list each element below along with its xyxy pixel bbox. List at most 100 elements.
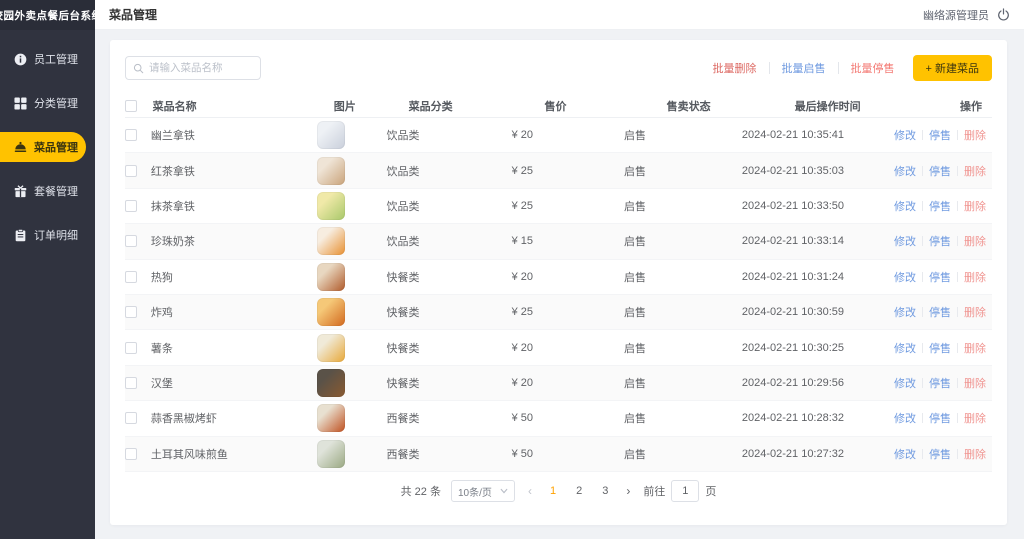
dish-image[interactable] <box>317 404 345 432</box>
current-user[interactable]: 幽络源管理员 <box>923 7 989 23</box>
gift-box-icon <box>14 185 27 198</box>
last-operation-time: 2024-02-21 10:29:56 <box>742 377 894 389</box>
dish-image[interactable] <box>317 192 345 220</box>
dish-name: 薯条 <box>151 340 318 356</box>
stop-sale-link[interactable]: 停售 <box>929 127 951 143</box>
row-checkbox[interactable] <box>125 412 137 424</box>
row-checkbox[interactable] <box>125 200 137 212</box>
dish-image[interactable] <box>317 369 345 397</box>
sidebar-item-label: 菜品管理 <box>34 139 78 155</box>
sidebar-item-label: 订单明细 <box>34 227 78 243</box>
dish-name: 土耳其风味煎鱼 <box>151 446 318 462</box>
row-checkbox[interactable] <box>125 235 137 247</box>
dish-image[interactable] <box>317 334 345 362</box>
row-checkbox[interactable] <box>125 448 137 460</box>
table-row: 薯条 快餐类 ¥ 20 启售 2024-02-21 10:30:25 修改 停售… <box>125 330 992 365</box>
edit-link[interactable]: 修改 <box>894 163 916 179</box>
row-checkbox[interactable] <box>125 129 137 141</box>
new-dish-button[interactable]: + 新建菜品 <box>913 55 992 81</box>
delete-link[interactable]: 删除 <box>964 375 986 391</box>
stop-sale-link[interactable]: 停售 <box>929 375 951 391</box>
sidebar-item-combos[interactable]: 套餐管理 <box>0 176 86 206</box>
page-button-1[interactable]: 1 <box>545 485 561 497</box>
stop-sale-link[interactable]: 停售 <box>929 163 951 179</box>
dish-price: ¥ 15 <box>512 235 624 247</box>
dish-category: 西餐类 <box>387 446 512 462</box>
stop-sale-link[interactable]: 停售 <box>929 304 951 320</box>
dish-status: 启售 <box>624 233 742 249</box>
delete-link[interactable]: 删除 <box>964 163 986 179</box>
page-size-select[interactable]: 10条/页 <box>451 480 515 502</box>
goto-page-input[interactable] <box>671 480 699 502</box>
delete-link[interactable]: 删除 <box>964 340 986 356</box>
edit-link[interactable]: 修改 <box>894 375 916 391</box>
stop-sale-link[interactable]: 停售 <box>929 340 951 356</box>
edit-link[interactable]: 修改 <box>894 233 916 249</box>
stop-sale-link[interactable]: 停售 <box>929 269 951 285</box>
delete-link[interactable]: 删除 <box>964 198 986 214</box>
stop-sale-link[interactable]: 停售 <box>929 446 951 462</box>
grid-icon <box>14 97 27 110</box>
batch-enable-button[interactable]: 批量启售 <box>782 60 826 76</box>
edit-link[interactable]: 修改 <box>894 269 916 285</box>
stop-sale-link[interactable]: 停售 <box>929 198 951 214</box>
edit-link[interactable]: 修改 <box>894 198 916 214</box>
divider <box>922 378 923 388</box>
last-operation-time: 2024-02-21 10:27:32 <box>742 448 894 460</box>
edit-link[interactable]: 修改 <box>894 340 916 356</box>
column-header-actions: 操作 <box>960 98 992 114</box>
page-button-2[interactable]: 2 <box>571 485 587 497</box>
last-operation-time: 2024-02-21 10:33:14 <box>742 235 894 247</box>
row-checkbox[interactable] <box>125 342 137 354</box>
edit-link[interactable]: 修改 <box>894 304 916 320</box>
column-header-status: 售卖状态 <box>667 98 795 114</box>
delete-link[interactable]: 删除 <box>964 127 986 143</box>
toolbar-actions: 批量删除 批量启售 批量停售 + 新建菜品 <box>713 55 992 81</box>
row-checkbox[interactable] <box>125 306 137 318</box>
divider <box>922 166 923 176</box>
prev-page-button[interactable]: ‹ <box>525 484 535 498</box>
page-button-3[interactable]: 3 <box>597 485 613 497</box>
delete-link[interactable]: 删除 <box>964 410 986 426</box>
sidebar-item-dishes[interactable]: 菜品管理 <box>0 132 86 162</box>
dish-status: 启售 <box>624 340 742 356</box>
divider <box>922 272 923 282</box>
delete-link[interactable]: 删除 <box>964 304 986 320</box>
divider <box>957 307 958 317</box>
select-all-checkbox[interactable] <box>125 100 137 112</box>
sidebar-item-categories[interactable]: 分类管理 <box>0 88 86 118</box>
edit-link[interactable]: 修改 <box>894 127 916 143</box>
edit-link[interactable]: 修改 <box>894 410 916 426</box>
batch-stop-button[interactable]: 批量停售 <box>851 60 895 76</box>
dish-image[interactable] <box>317 227 345 255</box>
sidebar-item-employees[interactable]: 员工管理 <box>0 44 86 74</box>
divider <box>922 130 923 140</box>
row-checkbox[interactable] <box>125 271 137 283</box>
dish-image[interactable] <box>317 298 345 326</box>
last-operation-time: 2024-02-21 10:31:24 <box>742 271 894 283</box>
dish-status: 启售 <box>624 269 742 285</box>
dish-name: 幽兰拿铁 <box>151 127 318 143</box>
next-page-button[interactable]: › <box>623 484 633 498</box>
row-checkbox[interactable] <box>125 165 137 177</box>
sidebar-item-orders[interactable]: 订单明细 <box>0 220 86 250</box>
delete-link[interactable]: 删除 <box>964 269 986 285</box>
row-checkbox[interactable] <box>125 377 137 389</box>
search-input[interactable] <box>149 62 253 74</box>
divider <box>957 201 958 211</box>
divider <box>957 236 958 246</box>
stop-sale-link[interactable]: 停售 <box>929 410 951 426</box>
dish-image[interactable] <box>317 263 345 291</box>
dish-image[interactable] <box>317 121 345 149</box>
stop-sale-link[interactable]: 停售 <box>929 233 951 249</box>
delete-link[interactable]: 删除 <box>964 446 986 462</box>
edit-link[interactable]: 修改 <box>894 446 916 462</box>
dish-image[interactable] <box>317 157 345 185</box>
dish-name: 抹茶拿铁 <box>151 198 318 214</box>
table-header: 菜品名称 图片 菜品分类 售价 售卖状态 最后操作时间 操作 <box>125 94 992 118</box>
batch-delete-button[interactable]: 批量删除 <box>713 60 757 76</box>
delete-link[interactable]: 删除 <box>964 233 986 249</box>
divider <box>957 413 958 423</box>
power-icon[interactable] <box>997 8 1010 21</box>
dish-image[interactable] <box>317 440 345 468</box>
